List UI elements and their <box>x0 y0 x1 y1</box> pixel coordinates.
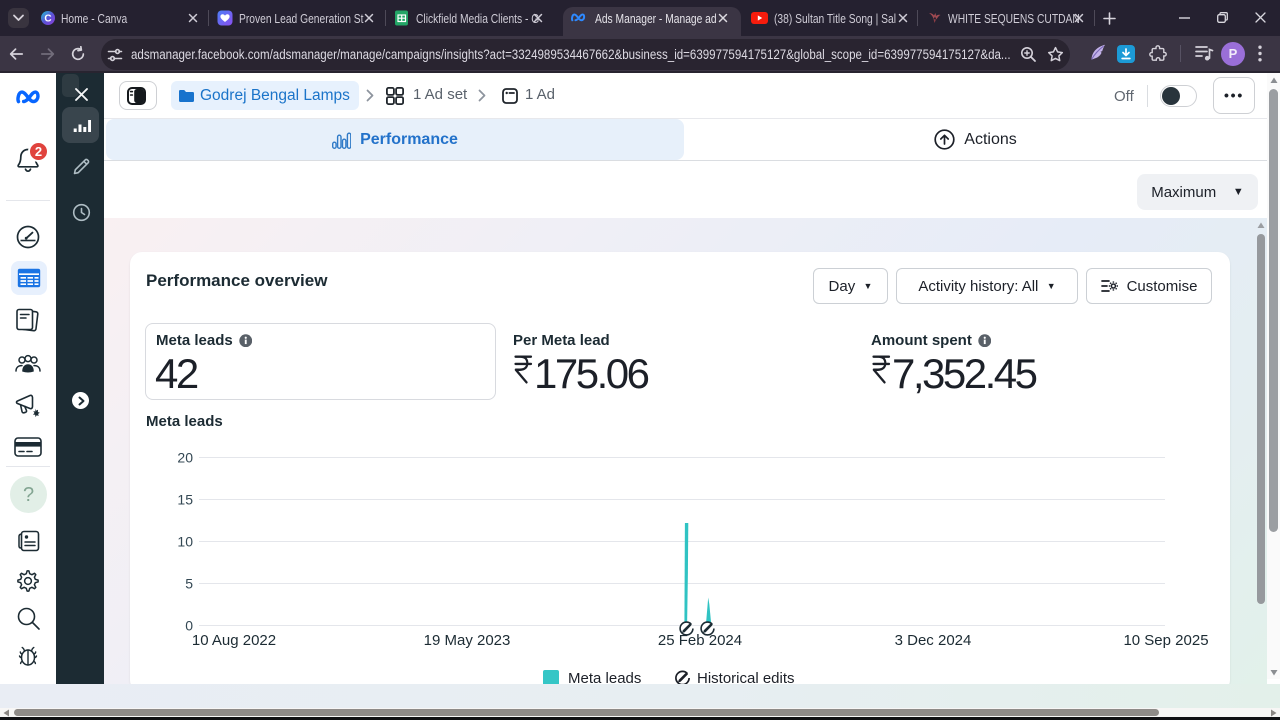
svg-text:3 Dec 2024: 3 Dec 2024 <box>895 632 972 649</box>
svg-text:10 Sep 2025: 10 Sep 2025 <box>1123 632 1208 649</box>
svg-text:25 Feb 2024: 25 Feb 2024 <box>658 632 742 649</box>
svg-text:19 May 2023: 19 May 2023 <box>424 632 511 649</box>
svg-text:20: 20 <box>177 450 193 466</box>
svg-text:5: 5 <box>185 576 193 592</box>
svg-text:C: C <box>44 14 51 25</box>
svg-text:10: 10 <box>177 534 193 550</box>
svg-text:10 Aug 2022: 10 Aug 2022 <box>192 632 276 649</box>
svg-text:15: 15 <box>177 492 193 508</box>
